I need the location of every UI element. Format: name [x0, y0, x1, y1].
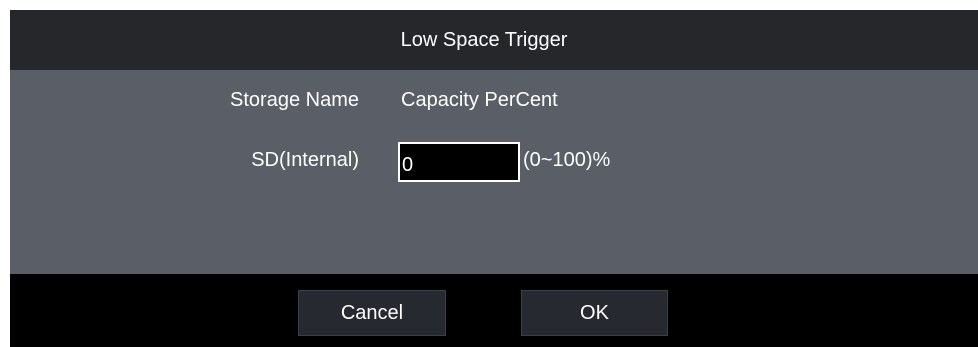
- dialog-title: Low Space Trigger: [400, 28, 568, 51]
- dialog-footer: Cancel OK: [10, 274, 978, 347]
- capacity-percent-input[interactable]: [398, 142, 520, 182]
- storage-name-label: SD(Internal): [251, 149, 359, 171]
- cancel-button[interactable]: Cancel: [298, 290, 446, 336]
- storage-name-header: Storage Name: [230, 89, 359, 111]
- ok-button[interactable]: OK: [521, 290, 668, 336]
- dialog-body: Storage Name Capacity PerCent SD(Interna…: [10, 70, 978, 274]
- low-space-trigger-dialog: Low Space Trigger Storage Name Capacity …: [10, 10, 978, 347]
- dialog-titlebar: Low Space Trigger: [10, 10, 978, 70]
- capacity-percent-header: Capacity PerCent: [401, 89, 558, 111]
- capacity-range-label: (0~100)%: [523, 149, 611, 171]
